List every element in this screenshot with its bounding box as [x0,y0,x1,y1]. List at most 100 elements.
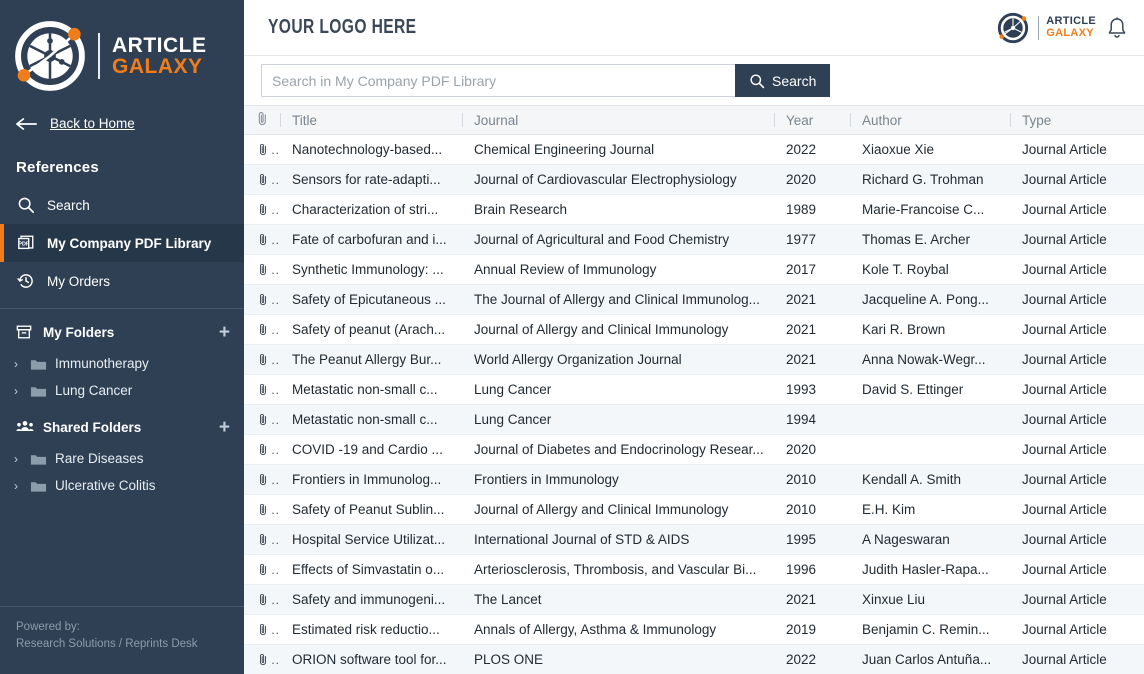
chevron-right-icon[interactable]: › [10,479,22,493]
my-folders-label: My Folders [43,325,115,340]
back-to-home-link[interactable]: Back to Home [0,104,244,141]
folder-item-lung-cancer[interactable]: › Lung Cancer [0,377,244,404]
table-row[interactable]: .. Characterization of stri... Brain Resea… [244,194,1144,225]
column-header-journal[interactable]: Journal [462,105,774,135]
table-row[interactable]: .. Safety and immunogeni... The Lancet 2021… [244,584,1144,615]
row-attachment-cell[interactable]: .. [244,224,280,255]
shared-folders-label: Shared Folders [43,420,142,435]
pdf-icon: PDF [16,234,35,253]
row-attachment-cell[interactable]: .. [244,404,280,435]
paperclip-icon [259,204,267,216]
row-attachment-cell[interactable]: .. [244,464,280,495]
row-title-cell[interactable]: Hospital Service Utilizat... [280,524,462,555]
row-title-cell[interactable]: Safety of Epicutaneous ... [280,284,462,315]
table-row[interactable]: .. Metastatic non-small c... Lung Cancer 19… [244,374,1144,405]
row-title-cell[interactable]: Synthetic Immunology: ... [280,254,462,285]
row-attachment-dots: .. [271,172,280,187]
table-row[interactable]: .. Estimated risk reductio... Annals of Al… [244,614,1144,645]
row-attachment-cell[interactable]: .. [244,434,280,465]
column-header-type[interactable]: Type [1010,105,1144,135]
row-title-cell[interactable]: The Peanut Allergy Bur... [280,344,462,375]
row-attachment-dots: .. [271,502,280,517]
row-title-cell[interactable]: Estimated risk reductio... [280,614,462,645]
chevron-right-icon[interactable]: › [10,384,22,398]
row-title-cell[interactable]: Metastatic non-small c... [280,404,462,435]
column-header-title[interactable]: Title [280,105,462,135]
row-attachment-cell[interactable]: .. [244,284,280,315]
table-row[interactable]: .. Nanotechnology-based... Chemical Engine… [244,134,1144,165]
row-attachment-cell[interactable]: .. [244,344,280,375]
row-attachment-cell[interactable]: .. [244,254,280,285]
row-attachment-cell[interactable]: .. [244,374,280,405]
row-title-cell[interactable]: Safety of Peanut Sublin... [280,494,462,525]
table-row[interactable]: .. The Peanut Allergy Bur... World Allergy… [244,344,1144,375]
folder-item-rare-diseases[interactable]: › Rare Diseases [0,445,244,472]
paperclip-icon [258,111,266,126]
row-title-cell[interactable]: Safety of peanut (Arach... [280,314,462,345]
search-input[interactable] [261,64,735,97]
table-row[interactable]: .. ORION software tool for... PLOS ONE 2022… [244,644,1144,674]
row-attachment-cell[interactable]: .. [244,314,280,345]
paperclip-icon [259,594,267,606]
row-attachment-cell[interactable]: .. [244,134,280,165]
row-attachment-cell[interactable]: .. [244,494,280,525]
row-title-cell[interactable]: Fate of carbofuran and i... [280,224,462,255]
sidebar-item-my-orders[interactable]: My Orders [0,262,244,300]
table-row[interactable]: .. Hospital Service Utilizat... Internatio… [244,524,1144,555]
row-attachment-cell[interactable]: .. [244,194,280,225]
folder-item-immunotherapy[interactable]: › Immunotherapy [0,350,244,377]
table-row[interactable]: .. Sensors for rate-adapti... Journal of C… [244,164,1144,195]
row-type-cell: Journal Article [1010,284,1144,315]
table-row[interactable]: .. Safety of Epicutaneous ... The Journal … [244,284,1144,315]
add-shared-folder-button[interactable]: + [219,418,230,437]
search-icon [750,73,765,88]
row-attachment-cell[interactable]: .. [244,164,280,195]
table-row[interactable]: .. Synthetic Immunology: ... Annual Review… [244,254,1144,285]
row-title-cell[interactable]: Safety and immunogeni... [280,584,462,615]
folder-icon [30,359,47,370]
folder-item-ulcerative-colitis[interactable]: › Ulcerative Colitis [0,472,244,499]
history-clock-icon [16,272,35,291]
table-row[interactable]: .. Effects of Simvastatin o... Arterioscle… [244,554,1144,585]
table-row[interactable]: .. Metastatic non-small c... Lung Cancer 19… [244,404,1144,435]
row-title-cell[interactable]: Sensors for rate-adapti... [280,164,462,195]
row-attachment-dots: .. [271,532,280,547]
row-year-cell: 2021 [774,584,850,615]
row-attachment-cell[interactable]: .. [244,644,280,674]
row-title-cell[interactable]: Characterization of stri... [280,194,462,225]
row-type-cell: Journal Article [1010,524,1144,555]
row-title-cell[interactable]: Nanotechnology-based... [280,134,462,165]
search-button-label: Search [772,72,817,89]
sidebar-item-search[interactable]: Search [0,186,244,224]
row-type-cell: Journal Article [1010,194,1144,225]
row-journal-cell: Journal of Diabetes and Endocrinology Re… [462,434,774,465]
row-journal-cell: Lung Cancer [462,404,774,435]
table-row[interactable]: .. COVID -19 and Cardio ... Journal of Dia… [244,434,1144,465]
add-my-folder-button[interactable]: + [219,323,230,342]
row-title-cell[interactable]: Metastatic non-small c... [280,374,462,405]
table-row[interactable]: .. Safety of peanut (Arach... Journal of A… [244,314,1144,345]
column-header-year[interactable]: Year [774,105,850,135]
row-attachment-cell[interactable]: .. [244,584,280,615]
column-header-author[interactable]: Author [850,105,1010,135]
row-attachment-dots: .. [271,412,280,427]
row-attachment-cell[interactable]: .. [244,554,280,585]
row-journal-cell: Chemical Engineering Journal [462,134,774,165]
row-title-cell[interactable]: Frontiers in Immunolog... [280,464,462,495]
row-title-cell[interactable]: ORION software tool for... [280,644,462,674]
bell-icon[interactable] [1106,16,1128,40]
table-row[interactable]: .. Fate of carbofuran and i... Journal of … [244,224,1144,255]
table-row[interactable]: .. Safety of Peanut Sublin... Journal of A… [244,494,1144,525]
row-attachment-cell[interactable]: .. [244,524,280,555]
column-header-attachment[interactable] [244,105,280,135]
table-row[interactable]: .. Frontiers in Immunolog... Frontiers in … [244,464,1144,495]
row-title-cell[interactable]: Effects of Simvastatin o... [280,554,462,585]
search-button[interactable]: Search [735,64,831,97]
sidebar-item-pdf-library[interactable]: PDF My Company PDF Library [0,224,244,262]
chevron-right-icon[interactable]: › [10,452,22,466]
search-icon [16,196,35,215]
row-attachment-cell[interactable]: .. [244,614,280,645]
table-body: .. Nanotechnology-based... Chemical Engine… [244,134,1144,674]
row-title-cell[interactable]: COVID -19 and Cardio ... [280,434,462,465]
chevron-right-icon[interactable]: › [10,357,22,371]
